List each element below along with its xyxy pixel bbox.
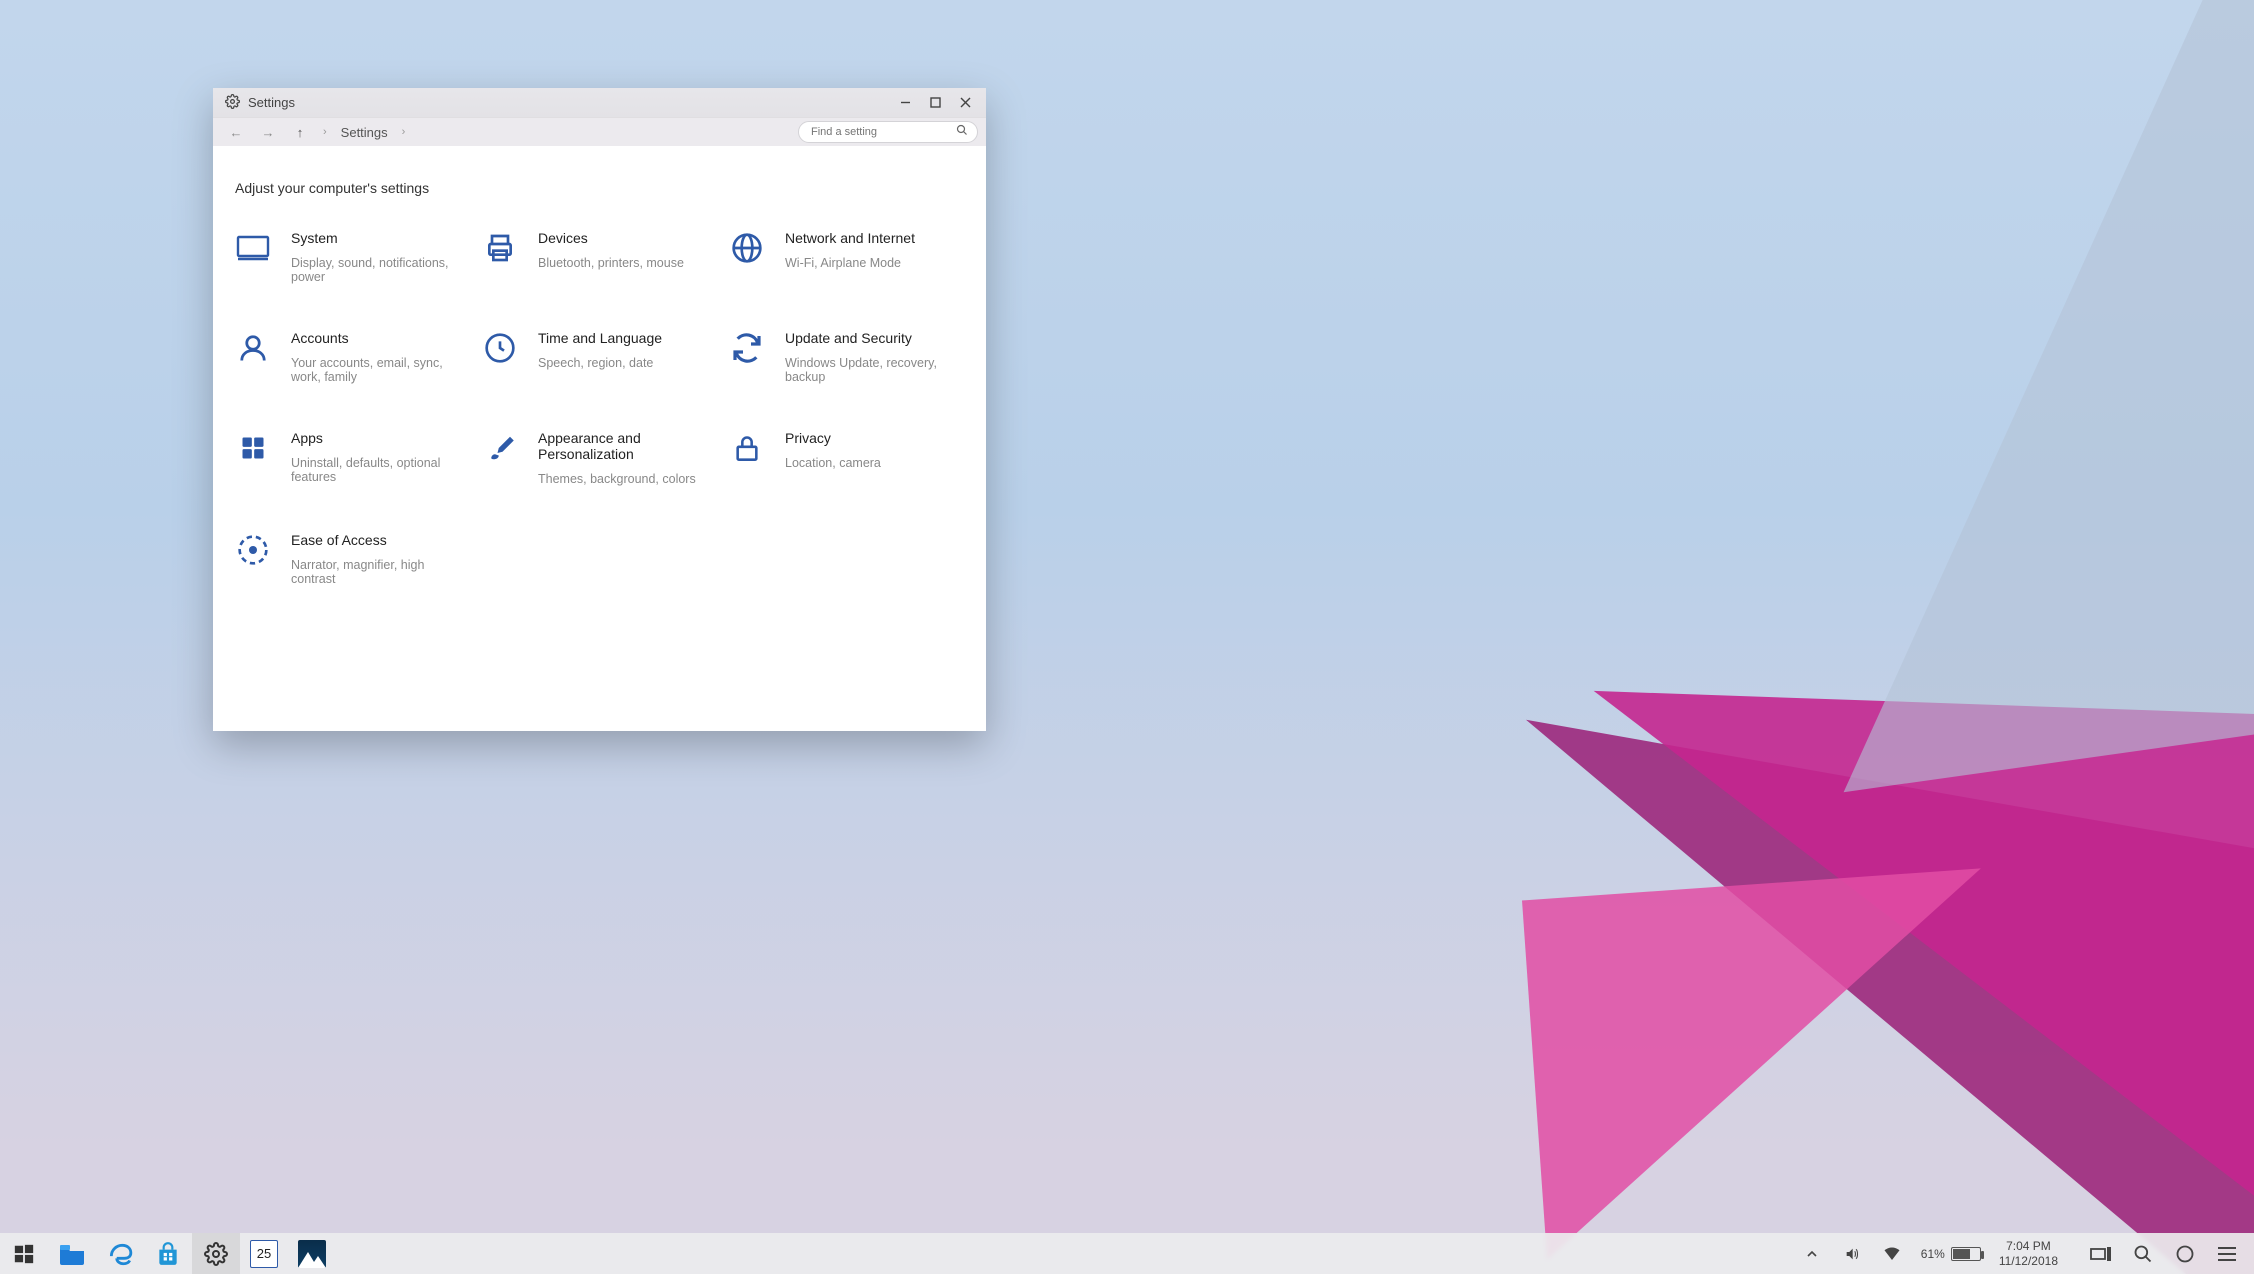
battery-percent: 61%: [1921, 1247, 1945, 1261]
category-desc: Windows Update, recovery, backup: [785, 356, 964, 384]
category-personalization[interactable]: Appearance and Personalization Themes, ba…: [482, 430, 717, 486]
category-title: Network and Internet: [785, 230, 915, 246]
brush-icon: [482, 430, 518, 466]
settings-window: Settings ← → ↑ › Settings › Adjust your …: [213, 88, 986, 731]
taskbar: 25 61% 7:04 PM 11/12/2018: [0, 1233, 2254, 1274]
gear-icon: [225, 94, 240, 112]
taskbar-left: 25: [0, 1233, 336, 1274]
category-privacy[interactable]: Privacy Location, camera: [729, 430, 964, 486]
settings-content: Adjust your computer's settings System Di…: [213, 146, 986, 731]
calendar-icon: 25: [250, 1240, 278, 1268]
category-desc: Display, sound, notifications, power: [291, 256, 470, 284]
nav-toolbar: ← → ↑ › Settings ›: [213, 117, 986, 146]
search-icon[interactable]: [956, 123, 968, 141]
category-title: Time and Language: [538, 330, 662, 346]
battery-icon: [1951, 1247, 1981, 1261]
category-title: Accounts: [291, 330, 470, 346]
menu-button[interactable]: [2216, 1246, 2238, 1262]
person-icon: [235, 330, 271, 366]
volume-icon[interactable]: [1841, 1246, 1863, 1262]
category-desc: Themes, background, colors: [538, 472, 717, 486]
lock-icon: [729, 430, 765, 466]
task-view-icon[interactable]: [2090, 1246, 2112, 1262]
forward-button[interactable]: →: [259, 125, 277, 140]
start-button[interactable]: [0, 1233, 48, 1274]
mountain-icon: [298, 1240, 326, 1268]
category-system[interactable]: System Display, sound, notifications, pow…: [235, 230, 470, 284]
breadcrumb[interactable]: Settings: [341, 125, 388, 140]
category-ease-of-access[interactable]: Ease of Access Narrator, magnifier, high …: [235, 532, 470, 586]
category-accounts[interactable]: Accounts Your accounts, email, sync, work…: [235, 330, 470, 384]
category-desc: Wi-Fi, Airplane Mode: [785, 256, 915, 270]
battery-status[interactable]: 61%: [1921, 1247, 1981, 1261]
page-heading: Adjust your computer's settings: [235, 180, 964, 196]
taskbar-app[interactable]: [288, 1233, 336, 1274]
category-title: Appearance and Personalization: [538, 430, 717, 462]
category-update-security[interactable]: Update and Security Windows Update, recov…: [729, 330, 964, 384]
clock-date: 11/12/2018: [1999, 1254, 2058, 1269]
back-button[interactable]: ←: [227, 125, 245, 140]
category-desc: Uninstall, defaults, optional features: [291, 456, 470, 484]
minimize-button[interactable]: [890, 88, 920, 117]
taskbar-store[interactable]: [144, 1233, 192, 1274]
taskbar-settings[interactable]: [192, 1233, 240, 1274]
category-grid: System Display, sound, notifications, pow…: [235, 230, 964, 586]
category-devices[interactable]: Devices Bluetooth, printers, mouse: [482, 230, 717, 284]
category-title: Update and Security: [785, 330, 964, 346]
category-desc: Your accounts, email, sync, work, family: [291, 356, 470, 384]
clock-icon: [482, 330, 518, 366]
clock-time: 7:04 PM: [1999, 1239, 2058, 1254]
chevron-right-icon: ›: [323, 126, 327, 138]
category-desc: Speech, region, date: [538, 356, 662, 370]
taskbar-file-explorer[interactable]: [48, 1233, 96, 1274]
maximize-button[interactable]: [920, 88, 950, 117]
globe-icon: [729, 230, 765, 266]
apps-grid-icon: [235, 430, 271, 466]
taskbar-calendar[interactable]: 25: [240, 1233, 288, 1274]
category-title: Apps: [291, 430, 470, 446]
category-desc: Bluetooth, printers, mouse: [538, 256, 684, 270]
taskbar-edge[interactable]: [96, 1233, 144, 1274]
category-desc: Narrator, magnifier, high contrast: [291, 558, 470, 586]
taskbar-right: 61% 7:04 PM 11/12/2018: [1801, 1233, 2244, 1274]
category-title: Ease of Access: [291, 532, 470, 548]
category-title: Devices: [538, 230, 684, 246]
category-desc: Location, camera: [785, 456, 881, 470]
printer-icon: [482, 230, 518, 266]
tray-expand-button[interactable]: [1801, 1248, 1823, 1260]
cortana-button[interactable]: [2174, 1244, 2196, 1264]
wifi-icon[interactable]: [1881, 1246, 1903, 1262]
category-apps[interactable]: Apps Uninstall, defaults, optional featur…: [235, 430, 470, 486]
taskbar-clock[interactable]: 7:04 PM 11/12/2018: [1999, 1239, 2058, 1269]
window-title: Settings: [248, 95, 890, 110]
sync-icon: [729, 330, 765, 366]
category-time-language[interactable]: Time and Language Speech, region, date: [482, 330, 717, 384]
close-button[interactable]: [950, 88, 980, 117]
category-title: System: [291, 230, 470, 246]
category-network[interactable]: Network and Internet Wi-Fi, Airplane Mode: [729, 230, 964, 284]
accessibility-icon: [235, 532, 271, 568]
up-button[interactable]: ↑: [291, 125, 309, 140]
window-titlebar[interactable]: Settings: [213, 88, 986, 117]
category-title: Privacy: [785, 430, 881, 446]
chevron-right-icon: ›: [402, 126, 406, 138]
display-icon: [235, 230, 271, 266]
search-button[interactable]: [2132, 1244, 2154, 1264]
search-input[interactable]: [798, 121, 978, 143]
